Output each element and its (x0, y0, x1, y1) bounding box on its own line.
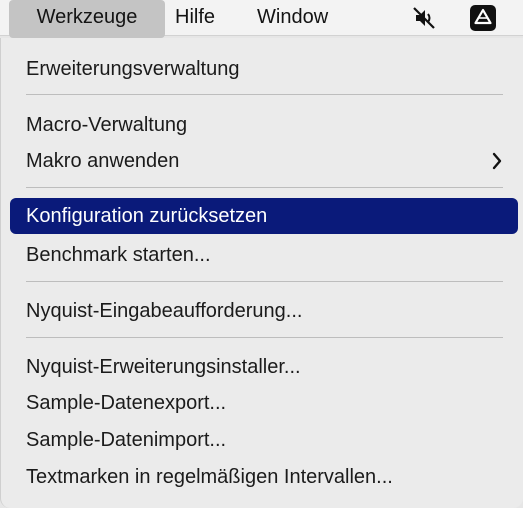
menu-separator (26, 94, 503, 95)
werkzeuge-dropdown-menu: Erweiterungsverwaltung Macro-Verwaltung … (0, 38, 523, 508)
menu-item-makro-anwenden[interactable]: Makro anwenden (10, 143, 518, 179)
menu-separator (26, 187, 503, 188)
menu-hilfe[interactable]: Hilfe (175, 0, 215, 36)
google-drive-icon[interactable] (469, 4, 497, 32)
menu-item-konfiguration-zuruecksetzen[interactable]: Konfiguration zurücksetzen (10, 198, 518, 234)
chevron-right-icon (490, 143, 504, 179)
menu-item-erweiterungsverwaltung[interactable]: Erweiterungsverwaltung (10, 51, 518, 87)
menu-item-sample-datenexport[interactable]: Sample-Datenexport... (10, 385, 518, 421)
menu-bar: Werkzeuge Hilfe Window (0, 0, 523, 38)
menu-item-nyquist-eingabeaufforderung[interactable]: Nyquist-Eingabeaufforderung... (10, 293, 518, 329)
menu-item-benchmark-starten[interactable]: Benchmark starten... (10, 237, 518, 273)
menu-item-textmarken-intervalle[interactable]: Textmarken in regelmäßigen Intervallen..… (10, 459, 518, 495)
menu-separator (26, 281, 503, 282)
menu-werkzeuge[interactable]: Werkzeuge (9, 0, 165, 38)
menu-item-macro-verwaltung[interactable]: Macro-Verwaltung (10, 107, 518, 143)
menu-separator (26, 337, 503, 338)
menu-item-nyquist-erweiterungsinstaller[interactable]: Nyquist-Erweiterungsinstaller... (10, 349, 518, 385)
menu-item-sample-datenimport[interactable]: Sample-Datenimport... (10, 422, 518, 458)
menu-window[interactable]: Window (257, 0, 328, 36)
menu-item-label: Makro anwenden (26, 150, 180, 172)
mute-icon[interactable] (410, 4, 438, 32)
